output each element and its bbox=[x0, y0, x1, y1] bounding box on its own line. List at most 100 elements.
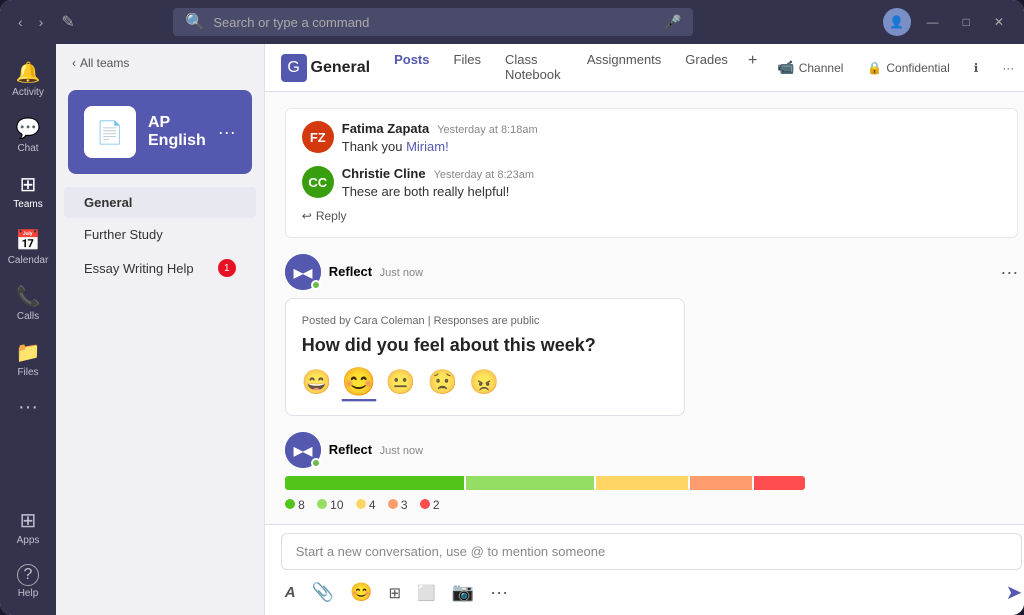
chat-icon: 💬 bbox=[16, 116, 41, 141]
sidebar-item-teams[interactable]: ⊞ Teams bbox=[0, 164, 56, 218]
reflect-results-container: ▶◀ Reflect Just now bbox=[285, 432, 1019, 524]
message-fatima: FZ Fatima Zapata Yesterday at 8:18am Tha… bbox=[302, 121, 1002, 156]
channel-name-essay: Essay Writing Help bbox=[84, 261, 194, 276]
info-button[interactable]: ℹ bbox=[966, 57, 987, 79]
results-legend: 8 10 4 3 2 bbox=[285, 498, 805, 512]
format-text-tool[interactable]: A bbox=[281, 580, 300, 605]
emoji-row: 😄 😊 😐 😟 😠 bbox=[302, 368, 668, 399]
tab-assignments[interactable]: Assignments bbox=[575, 44, 673, 98]
apps-tool[interactable]: ⊞ bbox=[384, 580, 405, 606]
sidebar-item-chat[interactable]: 💬 Chat bbox=[0, 108, 56, 162]
tab-class-notebook[interactable]: Class Notebook bbox=[493, 44, 575, 98]
send-button[interactable]: ➤ bbox=[1006, 580, 1023, 605]
emoji-3[interactable]: 😐 bbox=[386, 368, 416, 399]
sidebar-item-files[interactable]: 📁 Files bbox=[0, 332, 56, 386]
reply-label-thread: Reply bbox=[316, 209, 347, 223]
channel-header-right: 📹 Channel 🔒 Confidential ℹ ··· bbox=[769, 55, 1022, 80]
channel-icon: G bbox=[281, 54, 307, 82]
reflect-card-meta: Posted by Cara Coleman | Responses are p… bbox=[302, 315, 668, 327]
message-header-fatima: Fatima Zapata Yesterday at 8:18am bbox=[342, 121, 1002, 136]
mic-icon[interactable]: 🎤 bbox=[664, 14, 681, 31]
avatar-fatima: FZ bbox=[302, 121, 334, 153]
attach-tool[interactable]: 📎 bbox=[308, 578, 338, 607]
tab-files[interactable]: Files bbox=[442, 44, 493, 98]
app-window: ‹ › ✎ 🔍 🎤 👤 — □ ✕ 🔔 Activity 💬 Chat bbox=[0, 0, 1024, 615]
sidebar-label-teams: Teams bbox=[13, 199, 42, 210]
reflect-results-content: 8 10 4 3 2 View reflections ↩ bbox=[285, 476, 805, 524]
nav-forward-button[interactable]: › bbox=[33, 10, 50, 34]
channel-list: General Further Study Essay Writing Help… bbox=[56, 182, 264, 290]
add-tab-button[interactable]: + bbox=[740, 44, 765, 98]
close-button[interactable]: ✕ bbox=[986, 11, 1012, 33]
more-tools-button[interactable]: ··· bbox=[486, 578, 512, 607]
emoji-1[interactable]: 😄 bbox=[302, 368, 332, 399]
minimize-button[interactable]: — bbox=[919, 11, 947, 33]
more-options-button[interactable]: ··· bbox=[994, 57, 1022, 79]
channel-name-header: General bbox=[311, 59, 371, 77]
sidebar-label-calendar: Calendar bbox=[8, 255, 49, 266]
team-card: 📄 AP English ··· bbox=[68, 90, 252, 174]
compose-box[interactable]: Start a new conversation, use @ to menti… bbox=[281, 533, 1023, 570]
channel-item-general[interactable]: General bbox=[64, 187, 256, 218]
channel-badge-essay: 1 bbox=[218, 259, 236, 277]
confidential-label[interactable]: 🔒 Confidential bbox=[859, 57, 957, 79]
sidebar-label-help: Help bbox=[18, 588, 39, 599]
search-input[interactable] bbox=[213, 15, 656, 30]
author-christie: Christie Cline bbox=[342, 166, 426, 181]
bar-3 bbox=[596, 476, 688, 490]
sidebar-item-calls[interactable]: 📞 Calls bbox=[0, 276, 56, 330]
reply-button-thread[interactable]: ↩ Reply bbox=[302, 207, 1002, 225]
emoji-2[interactable]: 😊 bbox=[341, 366, 375, 402]
text-fatima: Thank you Miriam! bbox=[342, 138, 1002, 156]
reflect-results-name: Reflect bbox=[329, 442, 372, 457]
sidebar-label-files: Files bbox=[17, 367, 38, 378]
reflect-name: Reflect bbox=[329, 264, 372, 279]
reply-icon: ↩ bbox=[302, 209, 312, 223]
channel-item-essay-writing[interactable]: Essay Writing Help 1 bbox=[64, 251, 256, 285]
svg-text:▶◀: ▶◀ bbox=[293, 444, 313, 458]
reflect-post-header: ▶◀ Reflect Just now ··· bbox=[285, 254, 1019, 290]
svg-text:▶◀: ▶◀ bbox=[293, 266, 313, 280]
sidebar-item-activity[interactable]: 🔔 Activity bbox=[0, 52, 56, 106]
main-content: G General Posts Files Class Notebook Ass… bbox=[265, 44, 1024, 615]
sidebar-item-help[interactable]: ? Help bbox=[0, 556, 56, 607]
bar-2 bbox=[466, 476, 594, 490]
tab-posts[interactable]: Posts bbox=[382, 44, 441, 98]
bar-1 bbox=[285, 476, 464, 490]
bar-4 bbox=[690, 476, 751, 490]
sidebar-item-more[interactable]: ··· bbox=[0, 388, 56, 427]
results-bar bbox=[285, 476, 805, 490]
channel-label-btn[interactable]: 📹 Channel bbox=[769, 55, 851, 80]
meeting-tool[interactable]: ⬜ bbox=[413, 580, 440, 606]
back-to-teams-link[interactable]: ‹ All teams bbox=[72, 56, 129, 70]
team-more-button[interactable]: ··· bbox=[218, 122, 236, 143]
channel-tabs: Posts Files Class Notebook Assignments G… bbox=[382, 44, 765, 98]
video-icon: 📹 bbox=[777, 59, 794, 76]
teams-icon: ⊞ bbox=[20, 172, 37, 197]
emoji-tool[interactable]: 😊 bbox=[346, 578, 376, 607]
channel-item-further-study[interactable]: Further Study bbox=[64, 219, 256, 250]
emoji-4[interactable]: 😟 bbox=[427, 368, 457, 399]
legend-4: 3 bbox=[388, 498, 408, 512]
titlebar-nav: ‹ › bbox=[12, 10, 49, 34]
camera-tool[interactable]: 📷 bbox=[448, 578, 478, 607]
reflect-post-more-button[interactable]: ··· bbox=[1000, 262, 1018, 283]
reflect-results-header: ▶◀ Reflect Just now bbox=[285, 432, 1019, 468]
user-avatar[interactable]: 👤 bbox=[883, 8, 911, 36]
maximize-button[interactable]: □ bbox=[955, 11, 978, 33]
time-fatima: Yesterday at 8:18am bbox=[437, 124, 538, 136]
nav-back-button[interactable]: ‹ bbox=[12, 10, 29, 34]
miriam-link[interactable]: Miriam! bbox=[406, 139, 449, 154]
legend-1: 8 bbox=[285, 498, 305, 512]
sidebar-item-calendar[interactable]: 📅 Calendar bbox=[0, 220, 56, 274]
legend-5: 2 bbox=[420, 498, 440, 512]
tab-grades[interactable]: Grades bbox=[673, 44, 740, 98]
edit-icon[interactable]: ✎ bbox=[61, 12, 74, 32]
channel-label-text: Channel bbox=[799, 61, 844, 75]
sidebar-label-calls: Calls bbox=[17, 311, 39, 322]
reflect-card: Posted by Cara Coleman | Responses are p… bbox=[285, 298, 685, 416]
sidebar-item-apps[interactable]: ⊞ Apps bbox=[0, 500, 56, 554]
text-christie: These are both really helpful! bbox=[342, 183, 1002, 201]
emoji-5[interactable]: 😠 bbox=[469, 368, 499, 399]
message-christie: CC Christie Cline Yesterday at 8:23am Th… bbox=[302, 166, 1002, 201]
